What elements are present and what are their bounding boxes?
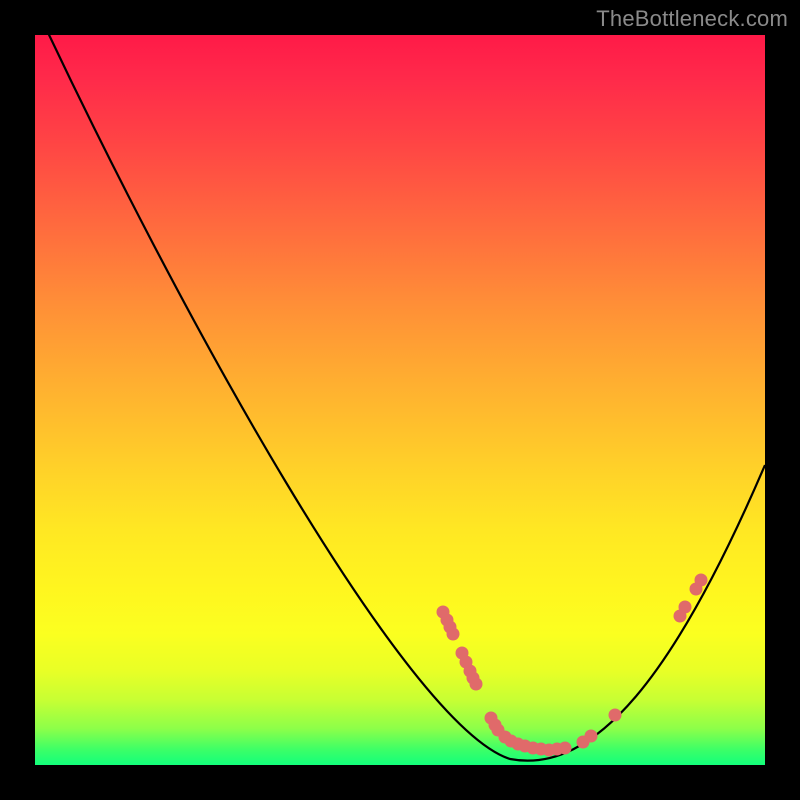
data-point (679, 601, 692, 614)
data-point (609, 709, 622, 722)
data-points (437, 574, 708, 757)
curve-path (35, 35, 765, 761)
data-point (585, 730, 598, 743)
bottleneck-curve (35, 35, 765, 765)
data-point (695, 574, 708, 587)
chart-frame: TheBottleneck.com (0, 0, 800, 800)
data-point (447, 628, 460, 641)
watermark-text: TheBottleneck.com (596, 6, 788, 32)
plot-area (35, 35, 765, 765)
data-point (470, 678, 483, 691)
data-point (559, 742, 572, 755)
